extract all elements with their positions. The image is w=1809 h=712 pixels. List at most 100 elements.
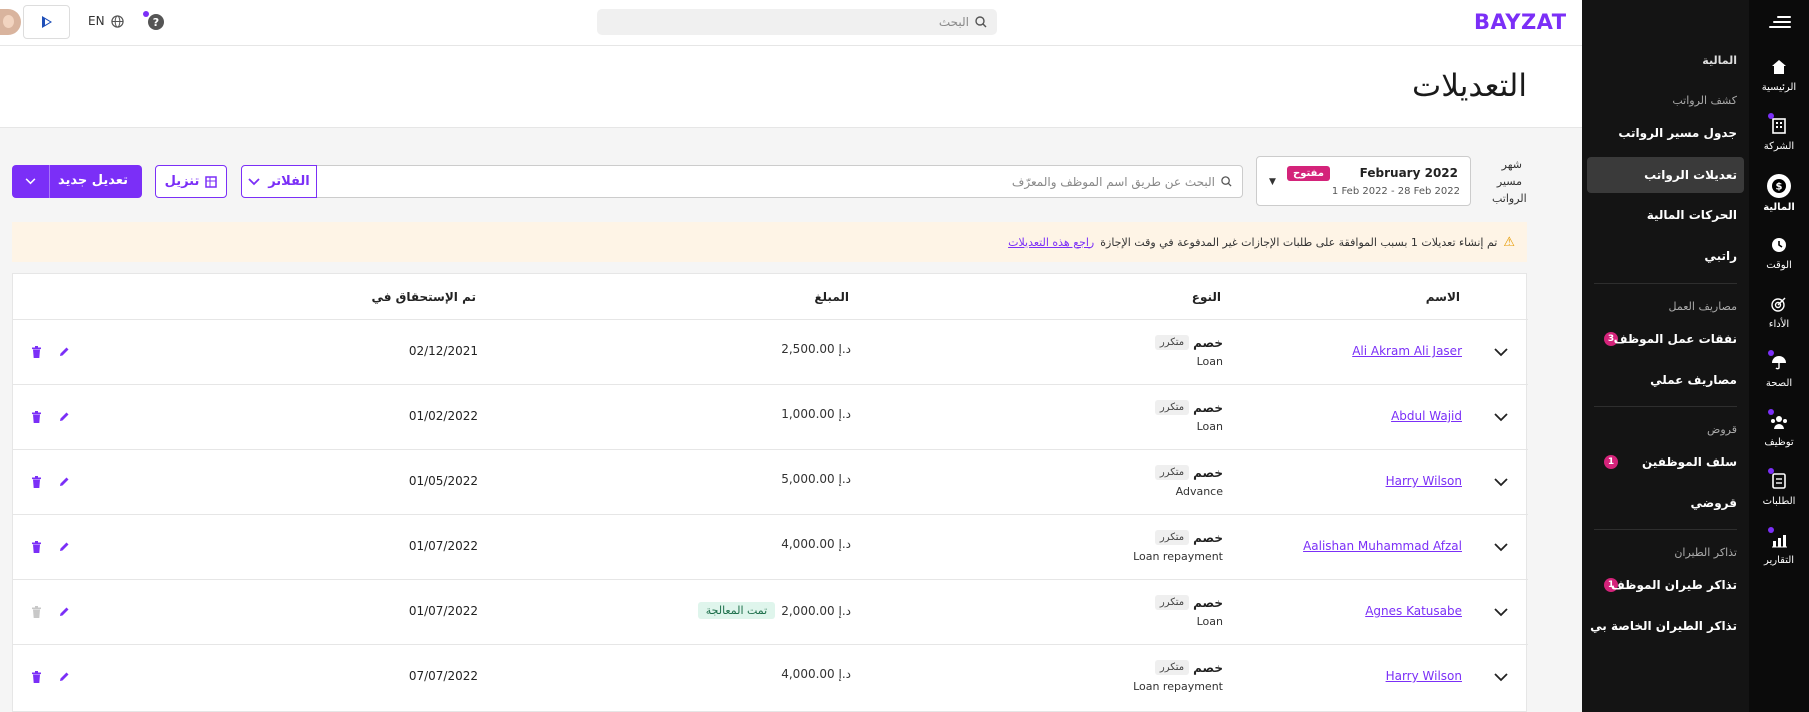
type-label: خصم [1193,530,1223,545]
type-cell: متكرر خصم [1151,660,1223,675]
rail-item-label: الطلبات [1762,496,1796,507]
column-header-due: تم الإستحقاق في [371,290,476,304]
delete-icon[interactable] [29,475,43,489]
filters-button[interactable]: الفلاتر [241,165,317,198]
review-adjustments-link[interactable]: راجع هذه التعديلات [1008,236,1094,249]
subtype-label: Loan [1196,420,1223,433]
edit-icon[interactable] [57,670,71,684]
due-date: 01/07/2022 [408,604,478,618]
clock-icon [1768,234,1790,256]
employee-name-link[interactable]: Agnes Katusabe [1365,604,1462,618]
sidebar-item-label: نفقات عمل الموظف [1613,332,1737,346]
brand-logo[interactable]: BAYZAT [1474,10,1567,34]
sidebar-item-label: سلف الموظفين [1642,455,1737,469]
expand-row-icon[interactable] [1494,605,1508,619]
rail-item-health[interactable]: الصحة [1749,350,1809,389]
due-date: 07/07/2022 [408,669,478,683]
rail-item-time[interactable]: الوقت [1749,234,1809,271]
expand-row-icon[interactable] [1494,475,1508,489]
global-search-placeholder: البحث [938,15,969,29]
divider [1594,406,1737,407]
search-icon [1221,176,1232,187]
sidebar-item-payroll-table[interactable]: جدول مسير الرواتب [1618,126,1737,140]
download-button[interactable]: تنزيل [155,165,227,198]
chevron-down-icon [248,177,260,185]
subtype-label: Advance [1175,485,1223,498]
alert-banner: راجع هذه التعديلات تم إنشاء تعديلات 1 بس… [12,222,1527,262]
rail-item-performance[interactable]: الأداء [1749,293,1809,330]
expand-row-icon[interactable] [1494,410,1508,424]
table-row[interactable]: Ali Akram Ali Jaser متكرر خصم Loan 2,500.00 … [13,319,1528,384]
sidebar-item-my-loans[interactable]: قروضي [1690,496,1737,510]
help-button[interactable]: ? [143,11,164,30]
due-date: 01/05/2022 [408,474,478,488]
rail-item-finance[interactable]: $ المالية [1749,168,1809,213]
subtype-label: Loan [1196,355,1223,368]
notification-dot [1768,527,1774,533]
table-row[interactable]: Harry Wilson متكرر خصم Loan repayment 4,000.… [13,644,1528,709]
edit-icon[interactable] [57,605,71,619]
table-row[interactable]: Abdul Wajid متكرر خصم Loan 1,000.00 د.إ 01/02… [13,384,1528,449]
menu-icon[interactable] [1769,13,1791,31]
period-label: شهر مسير الرواتب [1492,158,1527,205]
edit-icon[interactable] [57,475,71,489]
sidebar-item-my-expenses[interactable]: مصاريف عملي [1650,373,1737,387]
table-row[interactable]: Aalishan Muhammad Afzal متكرر خصم Loan repa… [13,514,1528,579]
expand-row-icon[interactable] [1494,345,1508,359]
rail-item-hiring[interactable]: توظيف [1749,409,1809,448]
subtype-label: Loan repayment [1133,680,1223,693]
chevron-down-icon[interactable] [12,165,50,198]
delete-icon[interactable] [29,410,43,424]
rail-item-home[interactable]: الرئيسية [1749,56,1809,93]
due-date: 01/02/2022 [408,409,478,423]
section-loans: قروض [1707,423,1737,436]
employee-name-link[interactable]: Abdul Wajid [1391,409,1462,423]
sidebar-item-my-tickets[interactable]: تذاكر الطيران الخاصة بي [1590,619,1737,633]
amount-cell: تمت المعالجة 2,000.00 د.إ [697,602,851,619]
delete-icon[interactable] [29,540,43,554]
type-cell: متكرر خصم [1151,335,1223,350]
employee-search-input[interactable]: البحث عن طريق اسم الموظف والمعرّف [316,165,1243,198]
type-label: خصم [1193,335,1223,350]
rail-item-label: الصحة [1765,378,1793,389]
company-logo[interactable] [23,5,70,39]
delete-icon[interactable] [29,345,43,359]
edit-icon[interactable] [57,410,71,424]
new-adjustment-label: تعديل جديد [57,173,128,188]
employee-name-link[interactable]: Harry Wilson [1386,669,1462,683]
rail-item-company[interactable]: الشركة [1749,113,1809,152]
language-label: EN [88,14,105,28]
delete-icon[interactable] [29,670,43,684]
sidebar-item-my-salary[interactable]: راتبي [1704,249,1737,263]
rail-item-requests[interactable]: الطلبات [1749,468,1809,507]
count-badge: 1 [1604,455,1618,469]
processed-badge: تمت المعالجة [697,602,776,619]
sidebar-item-financial-transactions[interactable]: الحركات المالية [1647,208,1737,222]
amount-cell: 1,000.00 د.إ [781,407,851,421]
type-label: خصم [1193,400,1223,415]
table-row[interactable]: Harry Wilson متكرر خصم Advance 5,000.00 د.إ 0… [13,449,1528,514]
payroll-period-select[interactable]: February 2022 1 Feb 2022 - 28 Feb 2022 م… [1256,156,1471,206]
recurring-tag: متكرر [1154,530,1190,545]
edit-icon[interactable] [57,345,71,359]
rail-item-reports[interactable]: التقارير [1749,527,1809,566]
employee-name-link[interactable]: Harry Wilson [1386,474,1462,488]
sidebar-submenu: المالية كشف الرواتب جدول مسير الرواتب تع… [1582,0,1749,712]
sidebar-item-payroll-adjustments[interactable]: تعديلات الرواتب [1587,157,1744,193]
table-row[interactable]: Agnes Katusabe متكرر خصم Loan تمت المعالجة 2,… [13,579,1528,644]
due-date: 02/12/2021 [408,344,478,358]
expand-row-icon[interactable] [1494,540,1508,554]
new-adjustment-button[interactable]: تعديل جديد [12,165,142,198]
global-search-input[interactable]: البحث [597,9,997,35]
employee-name-link[interactable]: Aalishan Muhammad Afzal [1303,539,1462,553]
user-avatar[interactable] [0,9,21,35]
period-title: February 2022 [1359,166,1458,180]
section-tickets: تذاكر الطيران [1674,546,1737,559]
edit-icon[interactable] [57,540,71,554]
expand-row-icon[interactable] [1494,670,1508,684]
rail-item-label: المالية [1763,202,1795,213]
employee-name-link[interactable]: Ali Akram Ali Jaser [1352,344,1462,358]
column-header-name: الاسم [1425,290,1460,304]
period-range: 1 Feb 2022 - 28 Feb 2022 [1331,186,1460,197]
language-switcher[interactable]: EN [88,14,124,28]
